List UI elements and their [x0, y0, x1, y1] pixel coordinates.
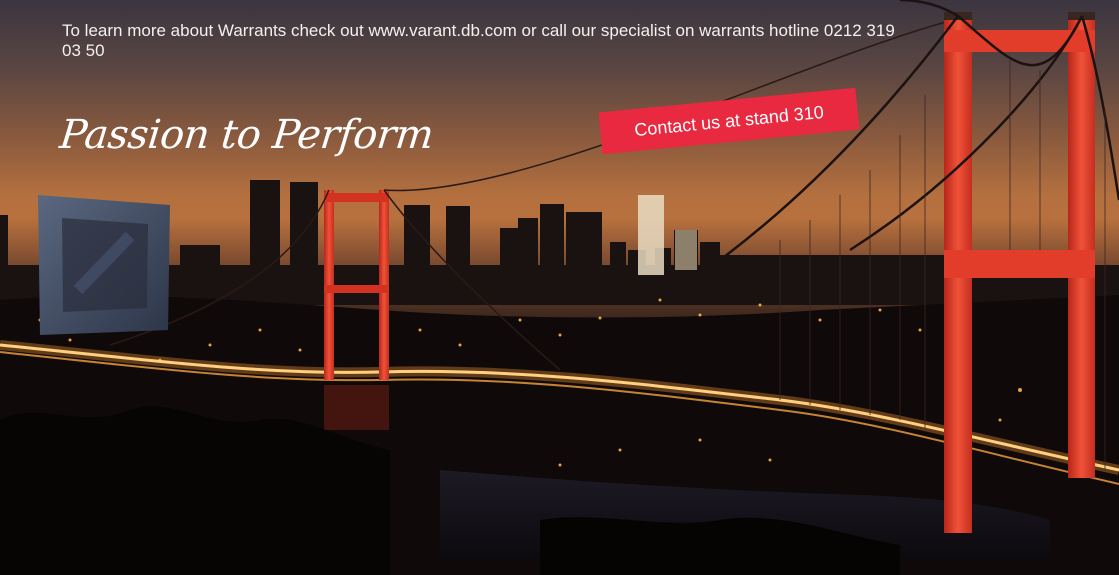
- advertisement: To learn more about Warrants check out w…: [0, 0, 1119, 575]
- lit-skyscraper: [638, 195, 664, 275]
- deutsche-bank-logo-icon: [38, 195, 170, 335]
- warrants-info-text: To learn more about Warrants check out w…: [62, 21, 895, 60]
- istanbul-bridge-night-scene: [0, 0, 1119, 575]
- slogan: Passion to Perform: [57, 112, 436, 158]
